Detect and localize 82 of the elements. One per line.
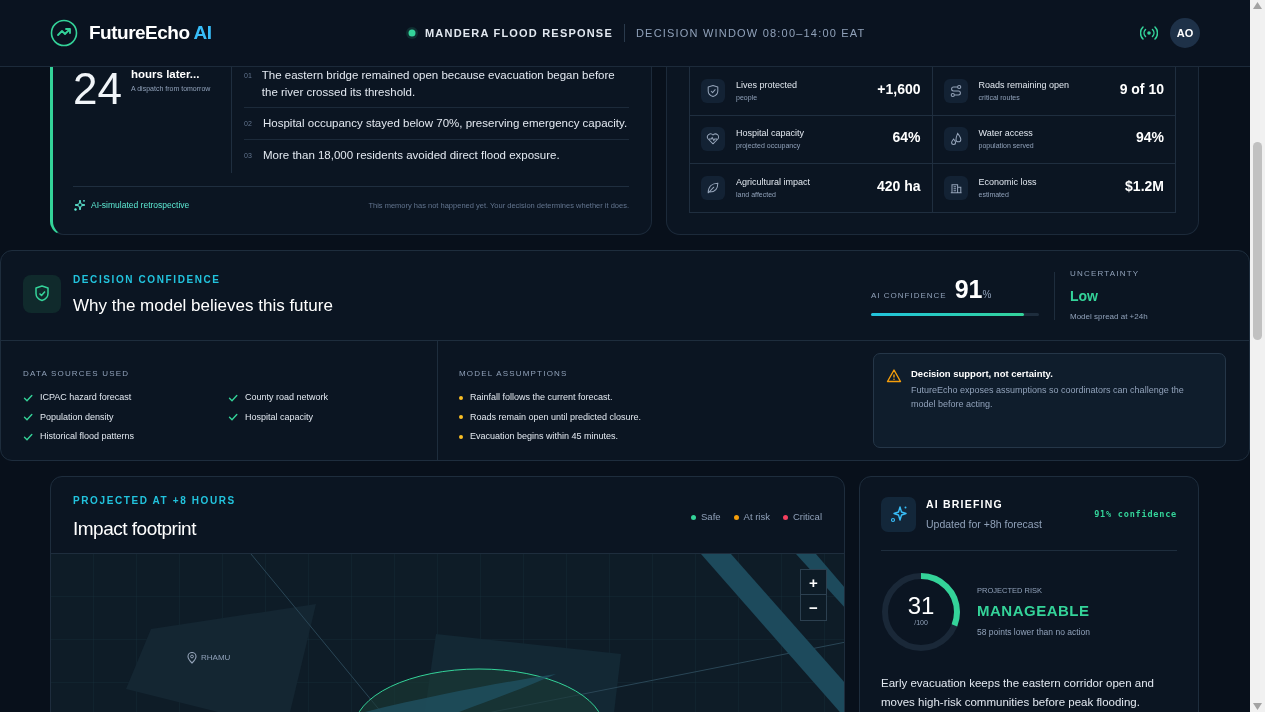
status-dot-icon xyxy=(405,26,419,40)
sparkle-icon xyxy=(881,497,916,533)
scroll-down-icon[interactable] xyxy=(1253,703,1262,710)
metric-label: Hospital capacity xyxy=(736,127,805,140)
hours-number: 24 xyxy=(73,67,123,115)
notice-title: Decision support, not certainty. xyxy=(911,367,1054,381)
metric-value: 9 of 10 xyxy=(1119,80,1164,97)
uncertainty-note: Model spread at +24h xyxy=(1070,311,1149,323)
briefing-subtitle: Updated for +8h forecast xyxy=(926,516,1042,532)
risk-level: MANAGEABLE xyxy=(977,601,1090,621)
check-icon xyxy=(23,412,33,423)
scroll-up-icon[interactable] xyxy=(1253,2,1262,9)
data-source: ICPAC hazard forecast xyxy=(40,391,132,404)
briefing-title: AI BRIEFING xyxy=(926,497,1004,512)
droplets-icon xyxy=(943,127,968,152)
check-icon xyxy=(228,412,238,423)
bullet-icon xyxy=(459,434,463,439)
metric-value: +1,600 xyxy=(877,80,921,97)
briefing-summary: Early evacuation keeps the eastern corridor open and moves high-risk communities before peak flooding. xyxy=(881,675,1155,710)
user-avatar[interactable]: AO xyxy=(1170,18,1200,48)
metric-label: Roads remaining open xyxy=(978,78,1070,91)
metric-label: Water access xyxy=(978,127,1033,140)
route-icon xyxy=(943,78,968,103)
scrollbar[interactable] xyxy=(1250,0,1265,712)
decision-window: DECISION WINDOW 08:00–14:00 EAT xyxy=(635,24,866,42)
metric-value: 420 ha xyxy=(876,177,921,194)
shield-check-icon xyxy=(23,274,61,313)
scrollbar-thumb[interactable] xyxy=(1253,142,1262,340)
subsection-title: DATA SOURCES USED xyxy=(23,368,131,380)
check-icon xyxy=(23,392,33,403)
building-icon xyxy=(943,176,968,201)
legend-label: Safe xyxy=(701,510,721,524)
warning-icon xyxy=(886,368,902,384)
assumption-item: Rainfall follows the current forecast. xyxy=(470,391,613,404)
memory-item: Hospital occupancy stayed below 70%, preserving emergency capacity. xyxy=(263,116,628,131)
retrospective-label: AI-simulated retrospective xyxy=(91,199,190,212)
metric-label: Economic loss xyxy=(978,175,1037,188)
notice-text: FutureEcho exposes assumptions so coordinators can challenge the model before acting. xyxy=(911,384,1185,412)
data-source: Population density xyxy=(40,410,114,424)
sparkle-icon xyxy=(73,199,86,212)
check-icon xyxy=(228,392,238,403)
uncertainty-label: UNCERTAINTY xyxy=(1070,268,1141,280)
memory-item: More than 18,000 residents avoided direct flood exposure. xyxy=(263,148,560,163)
section-eyebrow: PROJECTED AT +8 HOURS xyxy=(73,494,236,508)
uncertainty-value: Low xyxy=(1070,287,1099,306)
pin-icon xyxy=(187,652,197,664)
confidence-text: 91% confidence xyxy=(1094,508,1177,522)
incident-title: MANDERA FLOOD RESPONSE xyxy=(425,25,613,41)
memory-item: The eastern bridge remained open because evacuation began before the river crossed its threshold. xyxy=(261,68,616,100)
map-label: RHAMU xyxy=(201,652,231,664)
dispatch-title: hours later... xyxy=(131,67,200,81)
heart-pulse-icon xyxy=(701,127,725,152)
section-eyebrow: DECISION CONFIDENCE xyxy=(73,273,222,288)
data-source: Hospital capacity xyxy=(245,410,314,424)
metric-label: Agricultural impact xyxy=(736,175,811,188)
legend-label: Critical xyxy=(792,510,822,524)
data-source: County road network xyxy=(245,391,329,404)
shield-check-icon xyxy=(701,78,725,103)
assumption-item: Roads remain open until predicted closure. xyxy=(470,410,642,424)
section-title: Impact footprint xyxy=(73,517,198,541)
bullet-icon xyxy=(459,395,463,400)
check-icon xyxy=(23,431,33,442)
section-title: Why the model believes this future xyxy=(73,295,333,318)
brand-logo: FutureEcho AI xyxy=(89,20,212,45)
risk-score: 31 xyxy=(907,594,935,619)
metric-value: 64% xyxy=(892,129,921,146)
signal-icon xyxy=(1140,26,1158,40)
metric-value: $1.2M xyxy=(1125,177,1164,194)
zoom-out-button[interactable]: − xyxy=(800,595,827,621)
zoom-in-button[interactable]: + xyxy=(800,569,827,595)
confidence-label: AI CONFIDENCE xyxy=(871,290,947,303)
leaf-icon xyxy=(701,176,725,201)
metric-value: 94% xyxy=(1135,129,1164,146)
bullet-icon xyxy=(459,415,463,420)
risk-note: 58 points lower than no action xyxy=(977,625,1090,639)
subsection-title: MODEL ASSUMPTIONS xyxy=(459,368,569,380)
assumption-item: Evacuation begins within 45 minutes. xyxy=(470,430,619,443)
data-source: Historical flood patterns xyxy=(40,430,135,443)
legend-label: At risk xyxy=(743,510,770,524)
confidence-value: 91% xyxy=(954,274,992,306)
metric-label: Lives protected xyxy=(736,78,798,91)
logo-icon xyxy=(50,19,78,47)
